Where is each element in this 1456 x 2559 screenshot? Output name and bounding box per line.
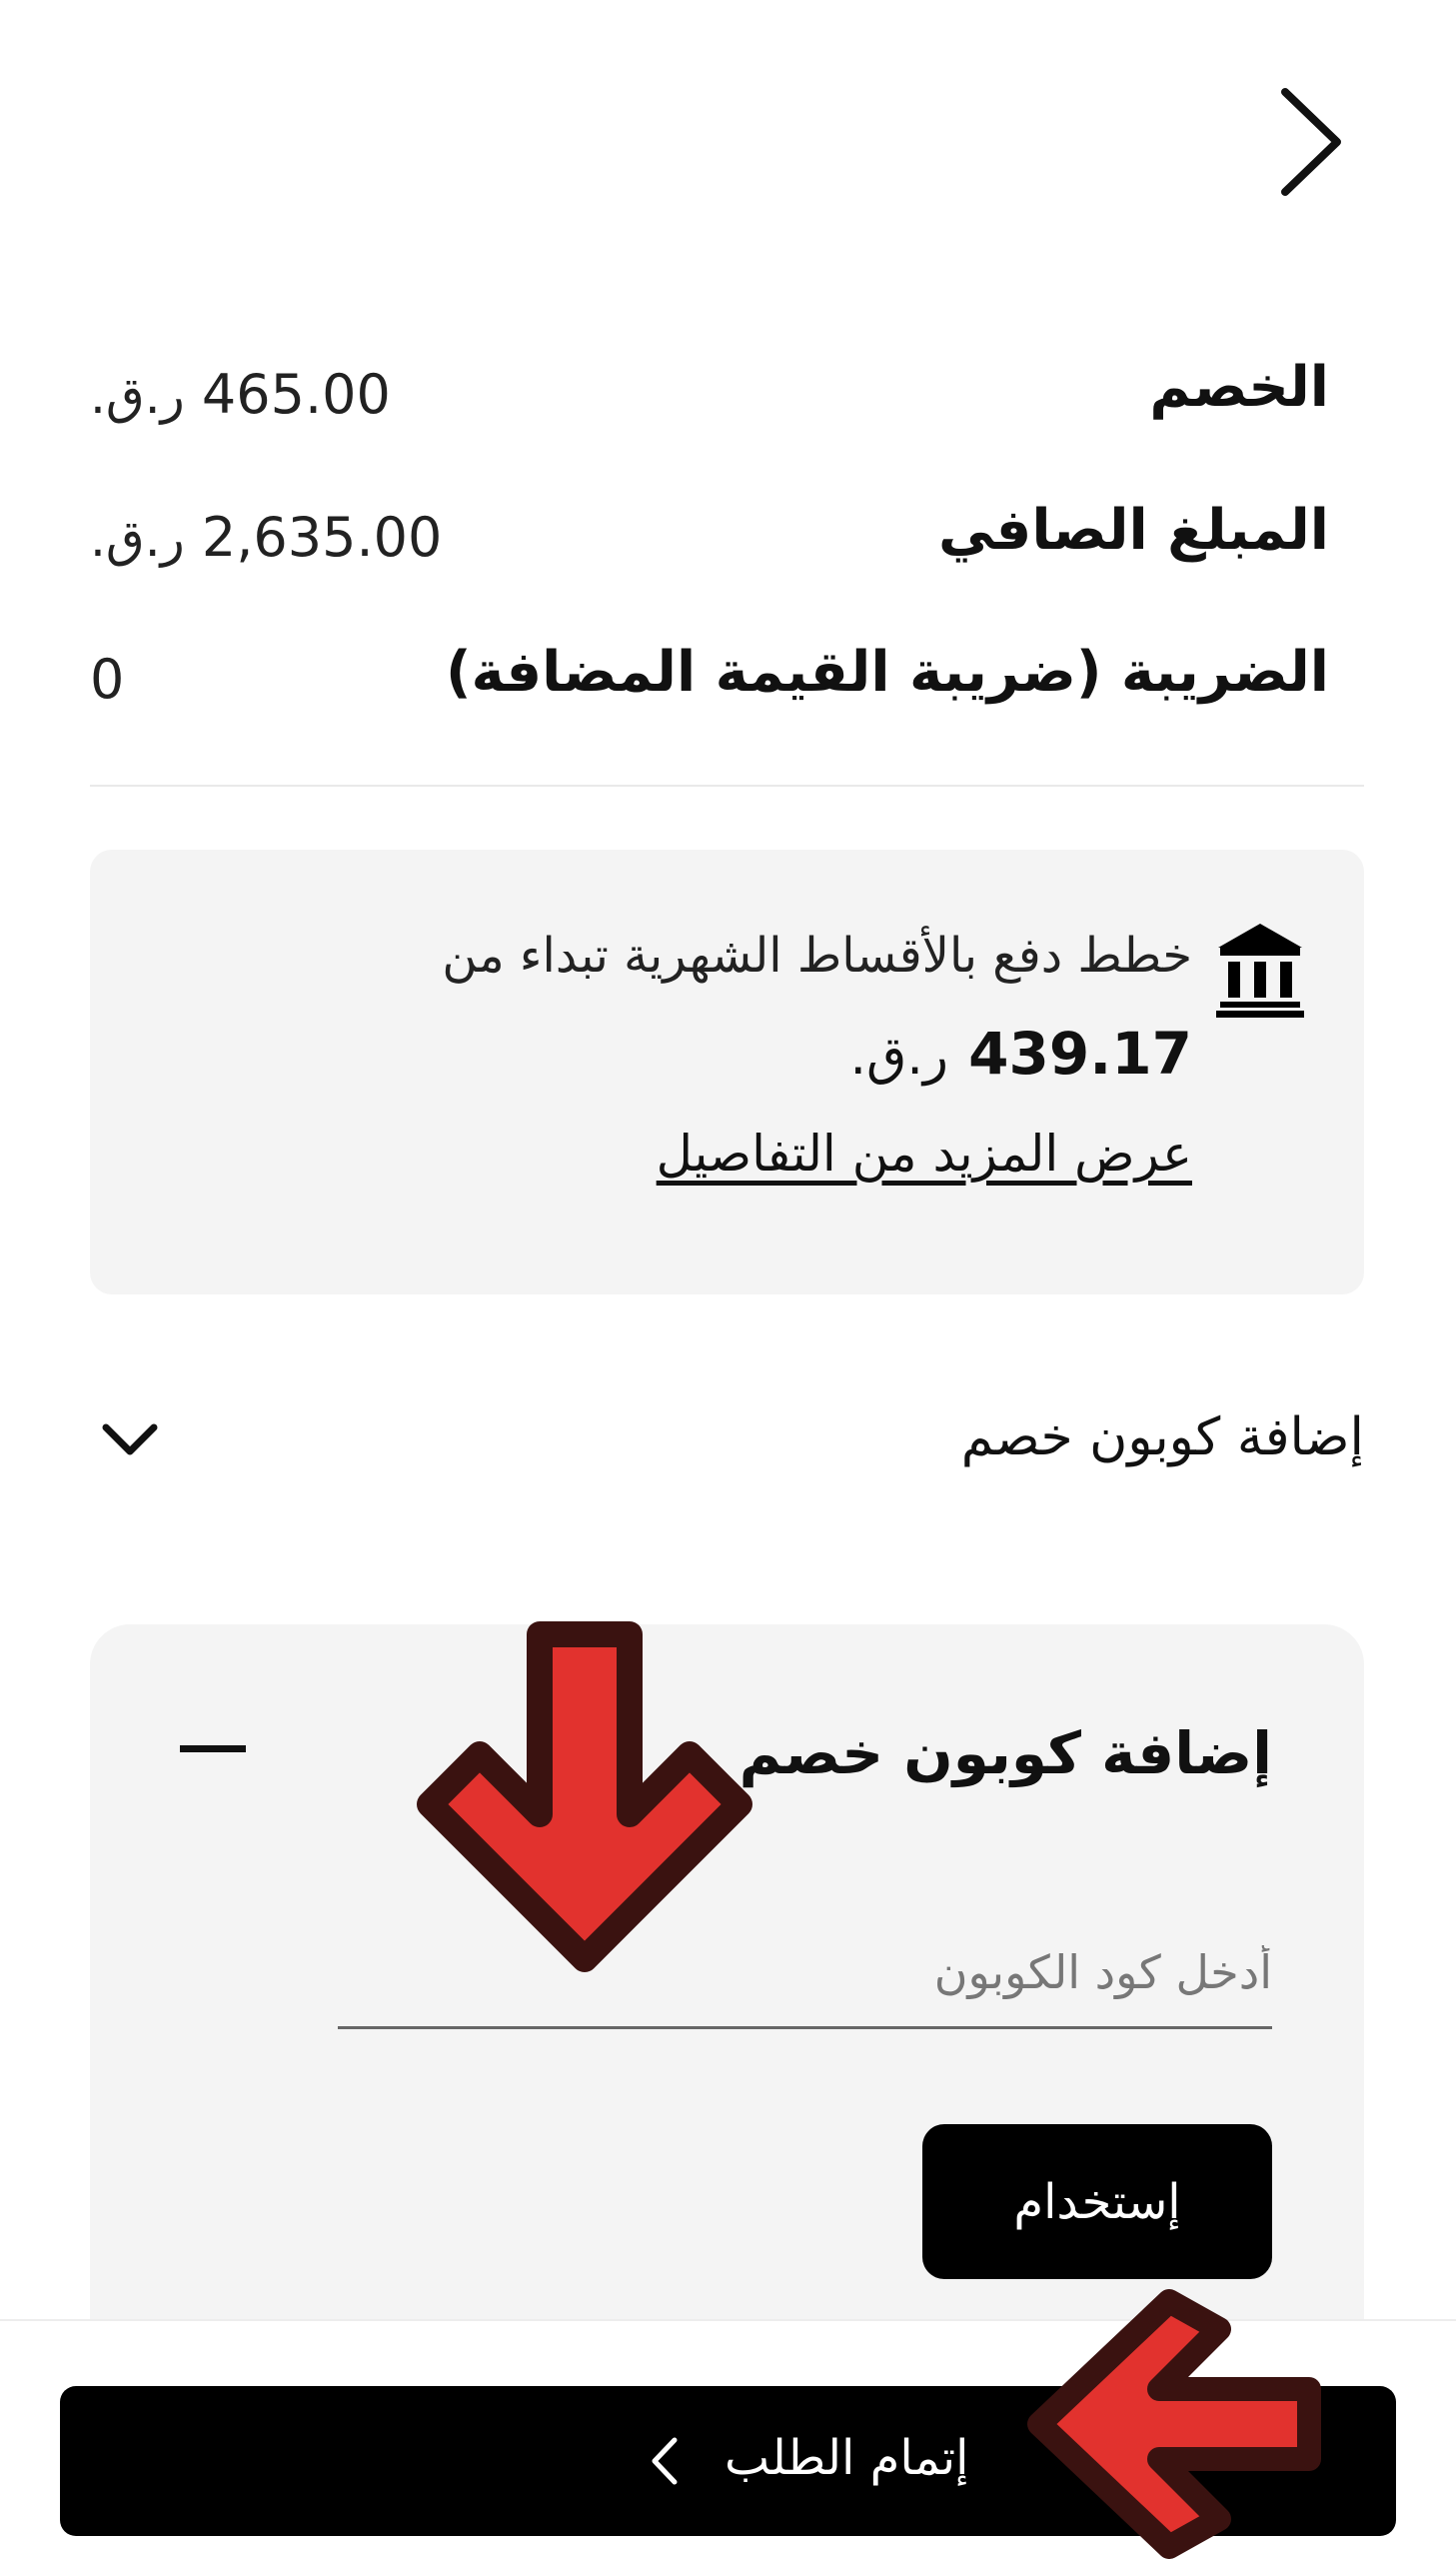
installment-description: خطط دفع بالأقساط الشهرية تبداء من	[442, 928, 1192, 984]
view-more-details-link[interactable]: عرض المزيد من التفاصيل	[657, 1125, 1192, 1183]
net-amount-amount: 2,635.00	[201, 506, 443, 569]
add-coupon-toggle-label: إضافة كوبون خصم	[960, 1407, 1364, 1467]
vat-label: الضريبة (ضريبة القيمة المضافة)	[445, 640, 1329, 705]
apply-coupon-button[interactable]: إستخدام	[922, 2124, 1272, 2279]
net-amount-value: 2,635.00 ر.ق.	[90, 506, 442, 569]
discount-amount: 465.00	[201, 363, 391, 426]
clipped-row-label	[1186, 270, 1336, 300]
installment-plan-box: خطط دفع بالأقساط الشهرية تبداء من 439.17…	[90, 850, 1364, 1294]
checkout-label: إتمام الطلب	[725, 2430, 969, 2486]
chevron-left-icon	[645, 2434, 685, 2488]
discount-label: الخصم	[1149, 355, 1329, 420]
summary-row-discount: الخصم 465.00 ر.ق.	[90, 355, 1329, 465]
net-amount-currency: ر.ق.	[90, 510, 185, 568]
discount-currency: ر.ق.	[90, 367, 185, 425]
checkout-button[interactable]: إتمام الطلب	[60, 2386, 1396, 2536]
summary-row-vat: الضريبة (ضريبة القيمة المضافة) 0	[90, 640, 1329, 750]
coupon-panel-title: إضافة كوبون خصم	[738, 1719, 1272, 1787]
bottom-bar: إتمام الطلب	[0, 2319, 1456, 2559]
clipped-summary-row	[1186, 270, 1336, 300]
summary-row-net-amount: المبلغ الصافي 2,635.00 ر.ق.	[90, 498, 1329, 608]
chevron-down-icon	[100, 1419, 160, 1459]
bank-icon	[1214, 922, 1306, 1018]
coupon-code-input[interactable]	[338, 1929, 1272, 2029]
discount-value: 465.00 ر.ق.	[90, 363, 391, 426]
coupon-panel: إضافة كوبون خصم إستخدام	[90, 1624, 1364, 2319]
installment-amount-value: 439.17	[968, 1020, 1192, 1088]
installment-amount-currency: ر.ق.	[849, 1027, 948, 1087]
add-coupon-toggle[interactable]: إضافة كوبون خصم	[90, 1389, 1364, 1489]
vat-amount: 0	[90, 648, 125, 711]
chevron-right-icon	[1281, 88, 1341, 196]
minus-icon[interactable]	[180, 1736, 246, 1760]
summary-divider	[90, 785, 1364, 787]
vat-value: 0	[90, 648, 124, 711]
installment-amount: 439.17 ر.ق.	[849, 1020, 1192, 1088]
order-summary-scroll-area[interactable]: الخصم 465.00 ر.ق. المبلغ الصافي 2,635.00…	[0, 270, 1456, 2319]
net-amount-label: المبلغ الصافي	[938, 498, 1329, 563]
back-button[interactable]	[1267, 82, 1347, 202]
